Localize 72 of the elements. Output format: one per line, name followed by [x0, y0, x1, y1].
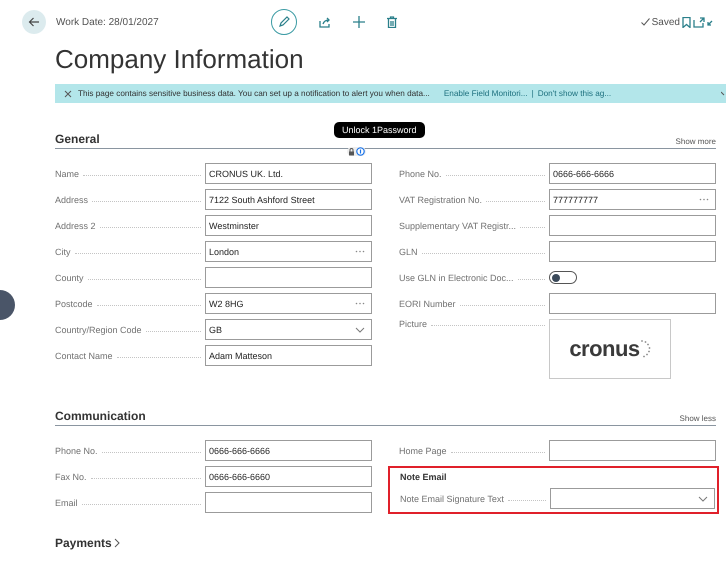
input-field[interactable] — [205, 492, 372, 513]
work-date: Work Date: 28/01/2027 — [56, 16, 160, 28]
edit-button[interactable] — [271, 9, 297, 35]
field-label: Fax No. — [55, 472, 87, 482]
field-label: Email — [55, 498, 78, 508]
ellipsis-icon[interactable] — [355, 302, 365, 305]
chevron-right-icon[interactable] — [114, 538, 120, 548]
input-field[interactable] — [549, 215, 716, 236]
section-title[interactable]: Communication — [55, 409, 146, 423]
logo-picture[interactable]: cronus — [549, 319, 671, 379]
toggle-switch[interactable] — [549, 271, 577, 284]
password-manager-icon[interactable] — [347, 147, 366, 156]
close-icon[interactable] — [64, 90, 72, 98]
field-label: GLN — [399, 246, 418, 256]
chevron-down-icon[interactable] — [355, 326, 365, 332]
back-button[interactable] — [22, 10, 46, 34]
delete-icon[interactable] — [387, 16, 397, 28]
share-icon[interactable] — [319, 16, 331, 28]
input-field[interactable]: CRONUS UK. Ltd. — [205, 163, 372, 184]
dropdown-field[interactable] — [550, 488, 715, 509]
field-label: VAT Registration No. — [399, 194, 482, 204]
input-field[interactable]: Westminster — [205, 215, 372, 236]
ellipsis-icon[interactable] — [355, 250, 365, 253]
input-field[interactable] — [549, 293, 716, 314]
input-field[interactable] — [549, 241, 716, 262]
pencil-icon — [278, 16, 290, 28]
group-title: Note Email — [400, 471, 448, 484]
input-field[interactable]: Adam Matteson — [205, 345, 372, 366]
field-label: Contact Name — [55, 350, 113, 360]
section-title[interactable]: General — [55, 132, 100, 146]
field-label: Use GLN in Electronic Doc... — [399, 272, 514, 282]
lookup-field[interactable]: London — [205, 241, 372, 262]
input-field[interactable]: 0666-666-6660 — [205, 466, 372, 487]
page-title: Company Information — [55, 44, 305, 74]
dropdown-field[interactable]: GB — [205, 319, 372, 340]
input-field[interactable] — [549, 440, 716, 461]
input-field[interactable] — [205, 267, 372, 288]
field-label: Country/Region Code — [55, 324, 142, 334]
input-field[interactable]: 0666-666-6666 — [549, 163, 716, 184]
saved-status: Saved — [652, 16, 680, 28]
back-arrow-icon — [28, 17, 40, 27]
field-label: EORI Number — [399, 298, 456, 308]
plus-icon[interactable] — [353, 16, 365, 28]
tooltip: Unlock 1Password — [334, 122, 425, 138]
section-title[interactable]: Payments — [55, 536, 112, 550]
field-label: Phone No. — [399, 168, 442, 178]
input-field[interactable]: 0666-666-6666 — [205, 440, 372, 461]
field-label: Note Email Signature Text — [400, 494, 504, 504]
show-toggle-link[interactable]: Show more — [676, 137, 716, 146]
lookup-field[interactable]: W2 8HG — [205, 293, 372, 314]
input-field[interactable]: 7122 South Ashford Street — [205, 189, 372, 210]
bookmark-icon[interactable] — [682, 16, 691, 28]
link-separator: | — [532, 89, 534, 98]
banner-message: This page contains sensitive business data. You can set up a notification to alert you when data... — [78, 89, 430, 98]
show-toggle-link[interactable]: Show less — [680, 414, 716, 423]
field-label: Name — [55, 168, 80, 178]
field-label: Phone No. — [55, 446, 98, 456]
field-label: County — [55, 272, 84, 282]
field-label: City — [55, 246, 70, 256]
field-label: Supplementary VAT Registr... — [399, 220, 516, 230]
checkmark-icon — [640, 18, 650, 26]
field-label: Address — [55, 194, 88, 204]
field-label: Postcode — [55, 298, 93, 308]
open-new-icon[interactable] — [693, 16, 705, 28]
field-label: Address 2 — [55, 220, 96, 230]
field-label: Home Page — [399, 446, 447, 456]
field-label: Picture — [399, 319, 428, 329]
banner-link[interactable]: Don't show this ag... — [538, 89, 612, 98]
lookup-field[interactable]: 777777777 — [549, 189, 716, 210]
banner-link[interactable]: Enable Field Monitori... — [444, 89, 528, 98]
ellipsis-icon[interactable] — [699, 198, 709, 201]
chevron-down-icon[interactable] — [698, 496, 708, 502]
